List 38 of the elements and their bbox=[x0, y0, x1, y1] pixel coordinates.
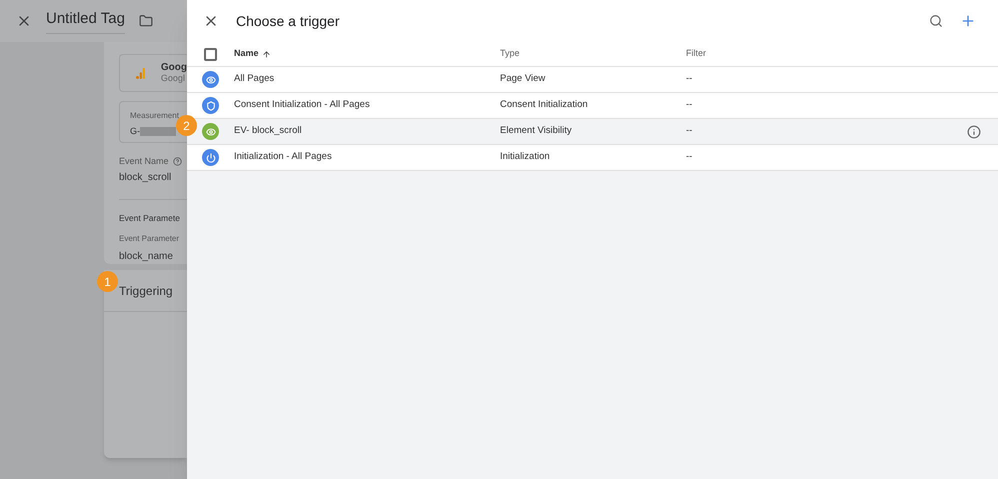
step-badge: 1 bbox=[97, 271, 118, 292]
sort-arrow-icon bbox=[262, 50, 271, 58]
tag-type-subtitle: Googl bbox=[160, 72, 186, 84]
field-value: block_name bbox=[119, 250, 174, 264]
trigger-name: Consent Initialization - All Pages bbox=[234, 98, 371, 112]
search-icon[interactable] bbox=[929, 14, 943, 28]
help-icon[interactable] bbox=[172, 157, 182, 166]
field-label: Event Name bbox=[119, 154, 169, 168]
trigger-name: EV- block_scroll bbox=[234, 124, 303, 138]
trigger-type: Consent Initialization bbox=[500, 98, 589, 112]
tag-title[interactable]: Untitled Tag bbox=[46, 8, 125, 34]
trigger-type: Element Visibility bbox=[500, 124, 573, 138]
trigger-filter: -- bbox=[686, 150, 692, 164]
trigger-filter: -- bbox=[686, 124, 692, 138]
column-header[interactable]: Name bbox=[234, 47, 500, 61]
field-label: Event Parameter bbox=[119, 233, 180, 245]
trigger-filter: -- bbox=[686, 98, 692, 112]
section-heading: Triggering bbox=[119, 282, 173, 300]
panel-title: Choose a trigger bbox=[236, 12, 340, 31]
trigger-row[interactable]: Consent Initialization - All Pages Consent Initialization -- bbox=[187, 93, 998, 119]
trigger-type: Initialization bbox=[500, 150, 551, 164]
measurement-value: G- bbox=[130, 124, 140, 138]
trigger-type: Page View bbox=[500, 72, 546, 86]
column-header: Filter bbox=[686, 47, 706, 60]
trigger-row[interactable]: Initialization - All Pages Initialization -- bbox=[187, 145, 998, 171]
trigger-filter: -- bbox=[686, 72, 692, 86]
add-icon[interactable] bbox=[960, 13, 976, 29]
trigger-name: Initialization - All Pages bbox=[234, 150, 333, 164]
tag-type-name: Goog bbox=[160, 62, 187, 73]
trigger-row[interactable]: All Pages Page View -- bbox=[187, 67, 998, 93]
folder-icon[interactable] bbox=[138, 14, 153, 28]
trigger-name: All Pages bbox=[234, 72, 276, 86]
select-all-checkbox[interactable] bbox=[204, 48, 217, 60]
field-value: block_scroll bbox=[119, 171, 172, 186]
column-header: Type bbox=[500, 47, 521, 60]
section-heading: Event Paramete bbox=[119, 212, 181, 225]
info-icon[interactable] bbox=[967, 124, 981, 138]
redaction-bar bbox=[140, 127, 176, 136]
